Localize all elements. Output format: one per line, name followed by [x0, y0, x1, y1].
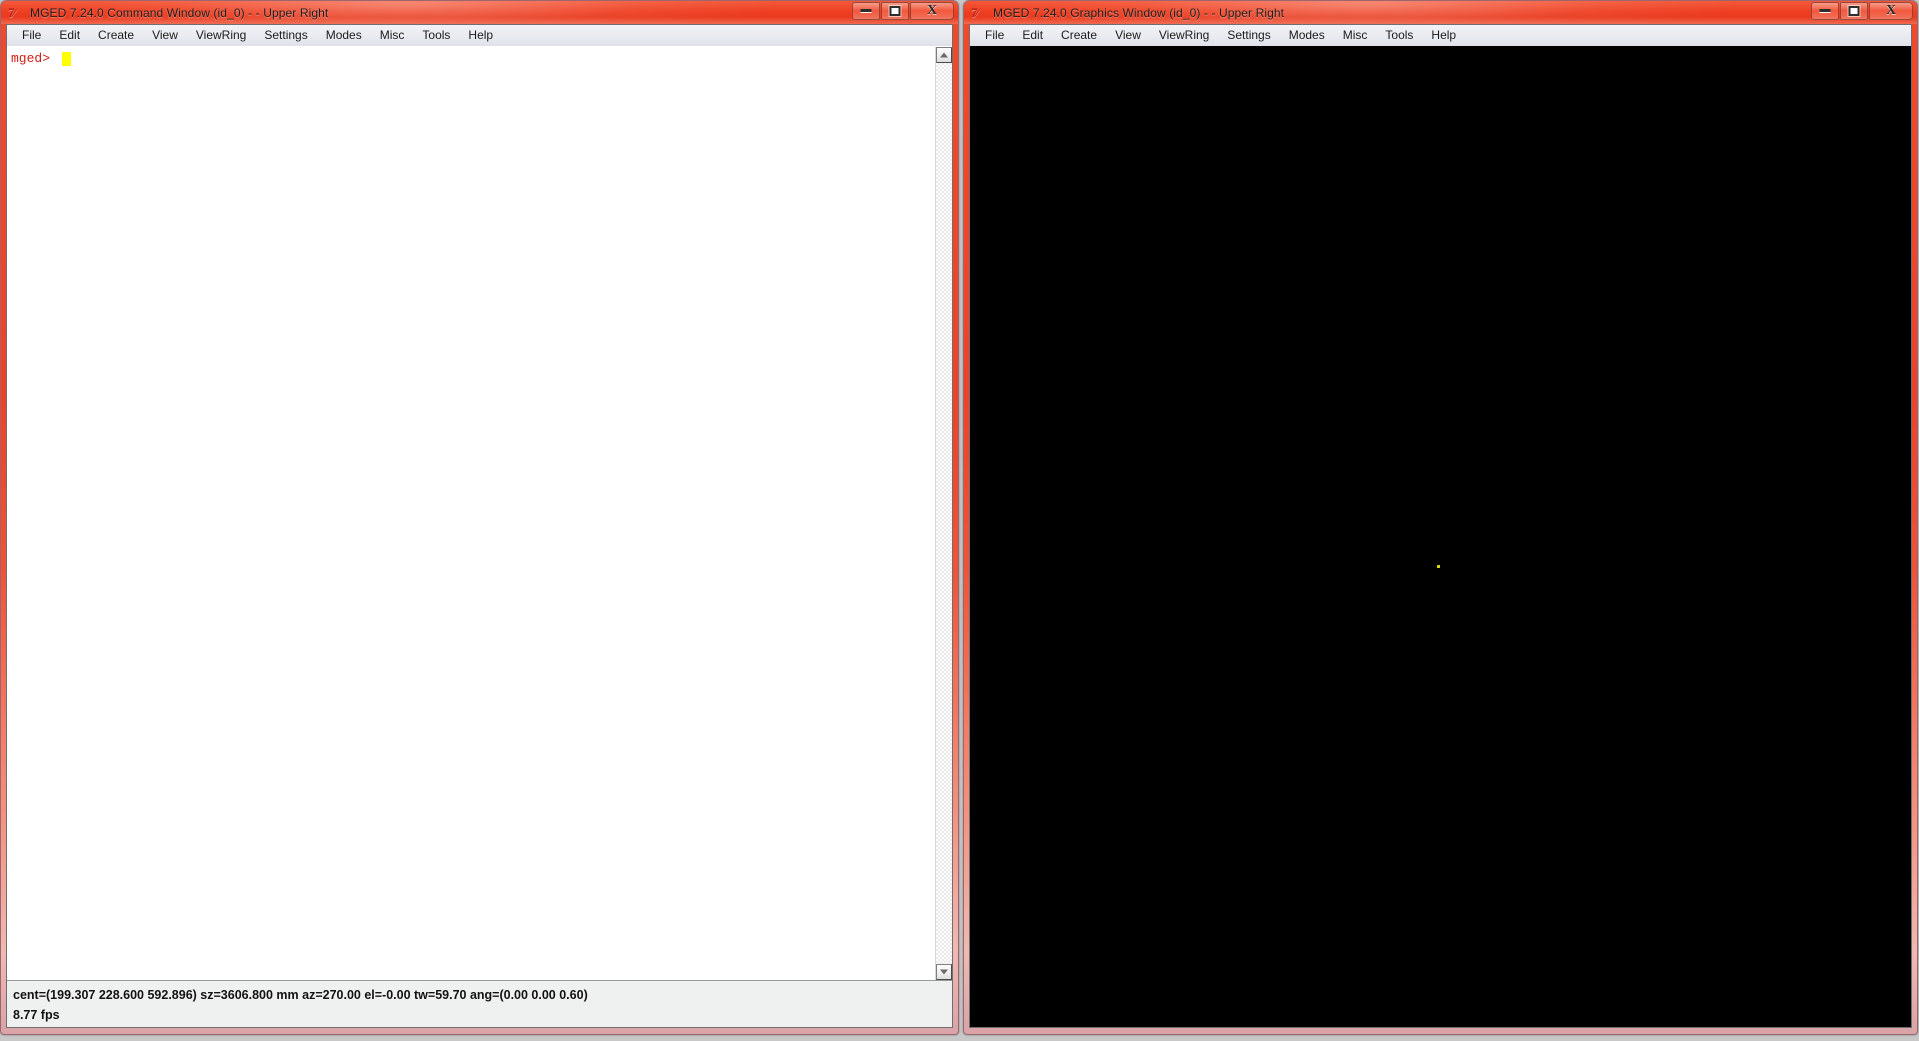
menu-viewring[interactable]: ViewRing: [1150, 26, 1218, 45]
menu-view[interactable]: View: [143, 26, 187, 45]
command-prompt-label: mged>: [11, 51, 51, 66]
command-prompt-line[interactable]: mged>: [11, 51, 935, 66]
minimize-icon: [860, 9, 872, 13]
menu-tools[interactable]: Tools: [413, 26, 459, 45]
minimize-button[interactable]: [852, 2, 880, 20]
menu-create[interactable]: Create: [89, 26, 143, 45]
graphics-window-controls: X: [1810, 2, 1913, 20]
menu-settings[interactable]: Settings: [1218, 26, 1279, 45]
status-view-parameters: cent=(199.307 228.600 592.896) sz=3606.8…: [13, 988, 588, 1002]
command-window-menubar[interactable]: File Edit Create View ViewRing Settings …: [7, 25, 952, 47]
command-window-statusbar: cent=(199.307 228.600 592.896) sz=3606.8…: [7, 980, 952, 1027]
menu-create[interactable]: Create: [1052, 26, 1106, 45]
mged-app-icon: 7⁄: [971, 5, 979, 20]
menu-file[interactable]: File: [13, 26, 50, 45]
menu-modes[interactable]: Modes: [1280, 26, 1334, 45]
graphics-window-titlebar[interactable]: 7⁄ MGED 7.24.0 Graphics Window (id_0) - …: [964, 1, 1917, 24]
close-icon: X: [926, 3, 938, 18]
mged-app-icon: 7⁄: [8, 5, 16, 20]
command-console-text[interactable]: mged>: [7, 47, 935, 980]
graphics-canvas[interactable]: [970, 46, 1911, 1027]
command-window-controls: X: [851, 2, 954, 20]
command-console-scrollbar[interactable]: [935, 47, 952, 980]
menu-modes[interactable]: Modes: [317, 26, 371, 45]
status-fps: 8.77 fps: [13, 1008, 60, 1022]
menu-help[interactable]: Help: [459, 26, 502, 45]
graphics-window[interactable]: 7⁄ MGED 7.24.0 Graphics Window (id_0) - …: [963, 0, 1918, 1035]
menu-settings[interactable]: Settings: [255, 26, 316, 45]
graphics-window-menubar[interactable]: File Edit Create View ViewRing Settings …: [970, 25, 1911, 47]
maximize-icon: [1848, 6, 1860, 16]
command-window-client: File Edit Create View ViewRing Settings …: [6, 24, 953, 1028]
close-icon: X: [1885, 3, 1897, 18]
menu-misc[interactable]: Misc: [371, 26, 414, 45]
graphics-window-client: File Edit Create View ViewRing Settings …: [969, 24, 1912, 1028]
minimize-icon: [1819, 9, 1831, 13]
menu-view[interactable]: View: [1106, 26, 1150, 45]
graphics-window-title: MGED 7.24.0 Graphics Window (id_0) - - U…: [993, 5, 1285, 20]
minimize-button[interactable]: [1811, 2, 1839, 20]
menu-misc[interactable]: Misc: [1334, 26, 1377, 45]
close-button[interactable]: X: [1869, 2, 1913, 20]
maximize-button[interactable]: [881, 2, 909, 20]
maximize-button[interactable]: [1840, 2, 1868, 20]
chevron-up-icon: [940, 52, 948, 58]
command-console-area[interactable]: mged>: [7, 46, 952, 980]
chevron-down-icon: [940, 969, 948, 975]
scroll-down-button[interactable]: [936, 964, 952, 980]
menu-edit[interactable]: Edit: [1013, 26, 1052, 45]
menu-help[interactable]: Help: [1422, 26, 1465, 45]
command-window[interactable]: 7⁄ MGED 7.24.0 Command Window (id_0) - -…: [0, 0, 959, 1035]
command-input-caret[interactable]: [62, 51, 72, 66]
close-button[interactable]: X: [910, 2, 954, 20]
desktop-background: 7⁄ MGED 7.24.0 Command Window (id_0) - -…: [0, 0, 1919, 1041]
command-window-title: MGED 7.24.0 Command Window (id_0) - - Up…: [30, 5, 329, 20]
scroll-up-button[interactable]: [936, 47, 952, 63]
menu-tools[interactable]: Tools: [1376, 26, 1422, 45]
menu-edit[interactable]: Edit: [50, 26, 89, 45]
maximize-icon: [889, 6, 901, 16]
command-window-titlebar[interactable]: 7⁄ MGED 7.24.0 Command Window (id_0) - -…: [1, 1, 958, 24]
menu-file[interactable]: File: [976, 26, 1013, 45]
view-center-marker: [1437, 565, 1440, 568]
menu-viewring[interactable]: ViewRing: [187, 26, 255, 45]
